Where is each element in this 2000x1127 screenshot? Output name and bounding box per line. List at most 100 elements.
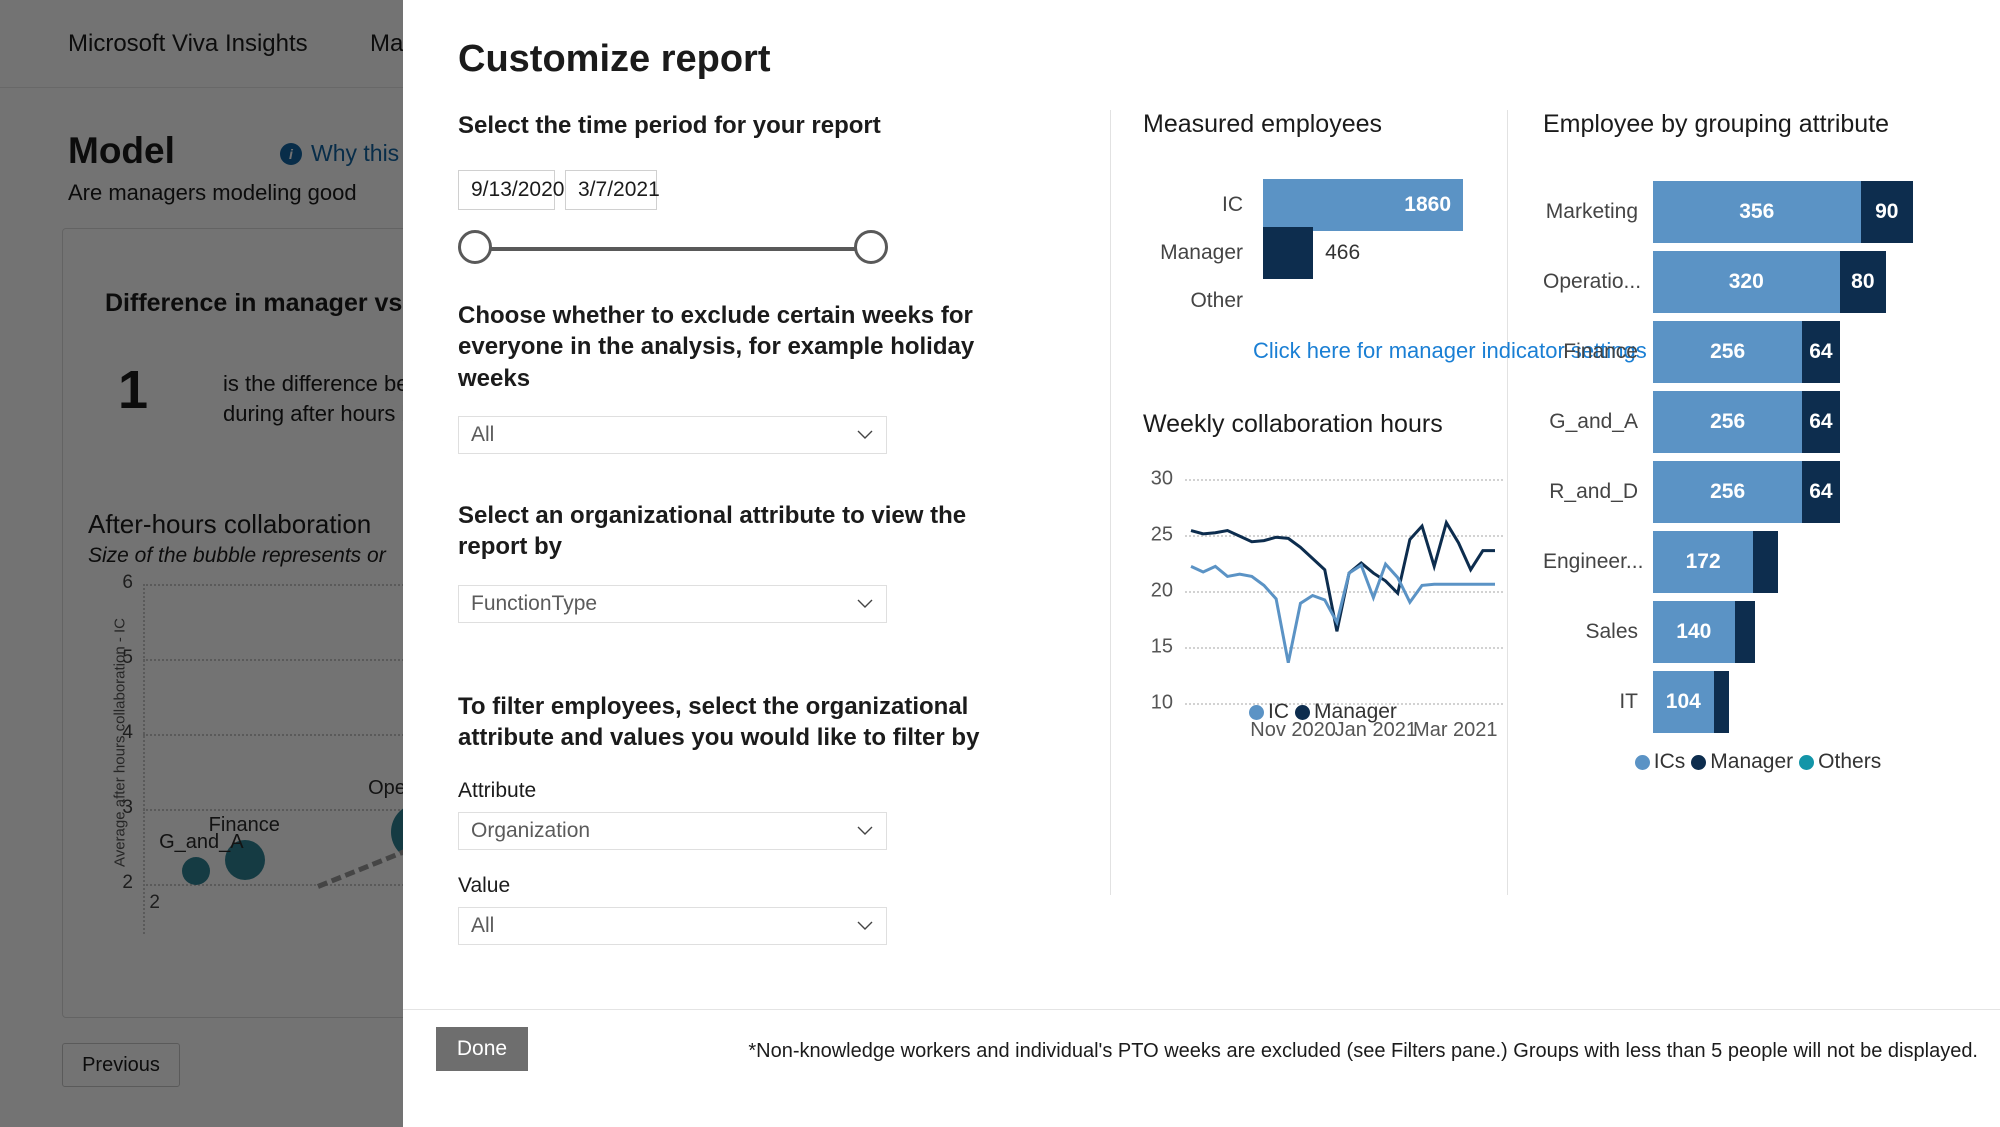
- grouping-bar-segment: 64: [1802, 321, 1840, 383]
- grouping-row: Engineer... 172: [1543, 531, 1973, 593]
- grouping-bar-segment: 256: [1653, 461, 1803, 523]
- measured-employees-value: 466: [1325, 241, 1361, 264]
- grouping-bar-segment: 64: [1802, 391, 1840, 453]
- legend-label: Manager: [1314, 700, 1397, 723]
- grouping-bar-segment: 80: [1839, 251, 1887, 313]
- grouping-attribute-chart: Marketing 356 90 Operatio... 320 80 Finance 256…: [1543, 181, 1973, 781]
- grouping-bar-value: 90: [1875, 200, 1899, 223]
- grouping-row-label: Operatio...: [1543, 270, 1642, 293]
- measured-employees-label: Other: [1190, 289, 1243, 312]
- grouping-row-label: R_and_D: [1549, 480, 1638, 503]
- grouping-row-bars: 256 64: [1653, 391, 1840, 453]
- line-series-manager: [1190, 518, 1495, 632]
- grouping-bar-value: 64: [1809, 480, 1833, 503]
- grouping-bar-segment: [1713, 671, 1729, 733]
- exclude-weeks-dropdown[interactable]: All: [458, 415, 887, 454]
- attribute-value: Organization: [471, 818, 591, 842]
- weekly-collaboration-chart: 30 25 20 15 10 Nov 2020 Jan 2021 Mar 2021: [1143, 468, 1503, 741]
- grouping-row-label: Finance: [1563, 340, 1638, 363]
- value-value: All: [471, 913, 495, 937]
- measured-employees-label: IC: [1222, 193, 1243, 216]
- measured-employees-label: Manager: [1160, 241, 1243, 264]
- date-to-input[interactable]: 3/7/2021: [565, 170, 660, 211]
- legend-dot-icon: [1799, 754, 1815, 770]
- chevron-down-icon: [856, 595, 874, 613]
- grouping-row: Marketing 356 90: [1543, 181, 1973, 243]
- legend-item: Others: [1799, 750, 1881, 774]
- legend-item: IC: [1249, 700, 1289, 724]
- grouping-bar-value: 104: [1665, 690, 1701, 713]
- footnote-text: *Non-knowledge workers and individual's …: [748, 1040, 1978, 1062]
- grouping-bar-segment: [1753, 531, 1779, 593]
- slider-thumb-right[interactable]: [854, 230, 888, 265]
- grouping-bar-value: 64: [1809, 340, 1833, 363]
- time-period-heading: Select the time period for your report: [458, 112, 881, 139]
- column-divider-1: [1110, 110, 1111, 895]
- measured-employees-row: Other: [1143, 275, 1503, 327]
- grouping-attribute-panel: Employee by grouping attribute Marketing…: [1543, 110, 1973, 781]
- grouping-bar-value: 256: [1710, 410, 1746, 433]
- grouping-row: Sales 140: [1543, 601, 1973, 663]
- date-range-slider[interactable]: [458, 230, 888, 266]
- slider-track: [476, 247, 870, 252]
- grouping-row-label: G_and_A: [1549, 410, 1638, 433]
- org-attribute-dropdown[interactable]: FunctionType: [458, 585, 887, 624]
- org-attribute-heading: Select an organizational attribute to vi…: [458, 501, 967, 560]
- grouping-bar-segment: [1734, 601, 1755, 663]
- dialog-body: Select the time period for your report 9…: [403, 110, 2000, 1010]
- grouping-row-bars: 104: [1653, 671, 1729, 733]
- grouping-bar-value: 80: [1851, 270, 1875, 293]
- done-button[interactable]: Done: [436, 1027, 528, 1071]
- grouping-bar-segment: 256: [1653, 391, 1803, 453]
- measured-employees-bar: 1860: [1263, 179, 1463, 231]
- filter-employees-heading: To filter employees, select the organiza…: [458, 693, 980, 752]
- legend-dot-icon: [1634, 754, 1650, 770]
- date-from-input[interactable]: 9/13/2020: [458, 170, 564, 211]
- grouping-bar-segment: 64: [1802, 461, 1840, 523]
- attribute-dropdown[interactable]: Organization: [458, 811, 887, 850]
- chevron-down-icon: [856, 426, 874, 444]
- value-dropdown[interactable]: All: [458, 906, 887, 945]
- grouping-row-label: Marketing: [1545, 200, 1638, 223]
- legend-label: IC: [1268, 700, 1290, 723]
- legend-label: Manager: [1710, 750, 1794, 773]
- measured-employees-row: IC 1860: [1143, 179, 1503, 231]
- grouping-bar-value: 64: [1809, 410, 1833, 433]
- weekly-collaboration-legend: IC Manager: [1143, 700, 1503, 724]
- legend-item: Manager: [1295, 700, 1397, 724]
- exclude-weeks-heading: Choose whether to exclude certain weeks …: [458, 302, 975, 392]
- grouping-row-label: Engineer...: [1543, 550, 1644, 573]
- chevron-down-icon: [856, 822, 874, 840]
- grouping-bar-value: 140: [1676, 620, 1712, 643]
- customize-report-dialog: Customize report Select the time period …: [403, 0, 2000, 1127]
- grouping-bar-value: 320: [1728, 270, 1764, 293]
- grouping-row-label: IT: [1619, 690, 1638, 713]
- grouping-bar-segment: 104: [1653, 671, 1714, 733]
- grouping-row: R_and_D 256 64: [1543, 461, 1973, 523]
- grouping-row-label: Sales: [1585, 620, 1638, 643]
- grouping-bar-value: 256: [1710, 340, 1746, 363]
- grouping-bar-segment: 356: [1653, 181, 1861, 243]
- value-label: Value: [458, 873, 511, 897]
- grouping-bar-segment: 256: [1653, 321, 1803, 383]
- measured-employees-title: Measured employees: [1143, 110, 1383, 138]
- legend-item: Manager: [1691, 750, 1793, 774]
- grouping-row: Finance 256 64: [1543, 321, 1973, 383]
- grouping-attribute-legend: ICs Manager Others: [1543, 750, 1973, 774]
- grouping-bar-value: 172: [1685, 550, 1721, 573]
- grouping-bar-segment: 172: [1653, 531, 1754, 593]
- attribute-label: Attribute: [458, 778, 537, 802]
- legend-item: ICs: [1634, 750, 1685, 774]
- grouping-bar-value: 356: [1739, 200, 1775, 223]
- date-range-row: 9/13/2020 3/7/2021: [458, 170, 1038, 211]
- grouping-row-bars: 172: [1653, 531, 1779, 593]
- measured-employees-bar: [1263, 227, 1314, 279]
- exclude-weeks-value: All: [471, 422, 495, 446]
- slider-thumb-left[interactable]: [458, 230, 492, 265]
- legend-dot-icon: [1249, 704, 1265, 720]
- grouping-row: IT 104: [1543, 671, 1973, 733]
- customize-form: Select the time period for your report 9…: [458, 110, 1038, 945]
- grouping-row: G_and_A 256 64: [1543, 391, 1973, 453]
- grouping-bar-value: 256: [1710, 480, 1746, 503]
- measured-employees-value: 1860: [1404, 193, 1451, 216]
